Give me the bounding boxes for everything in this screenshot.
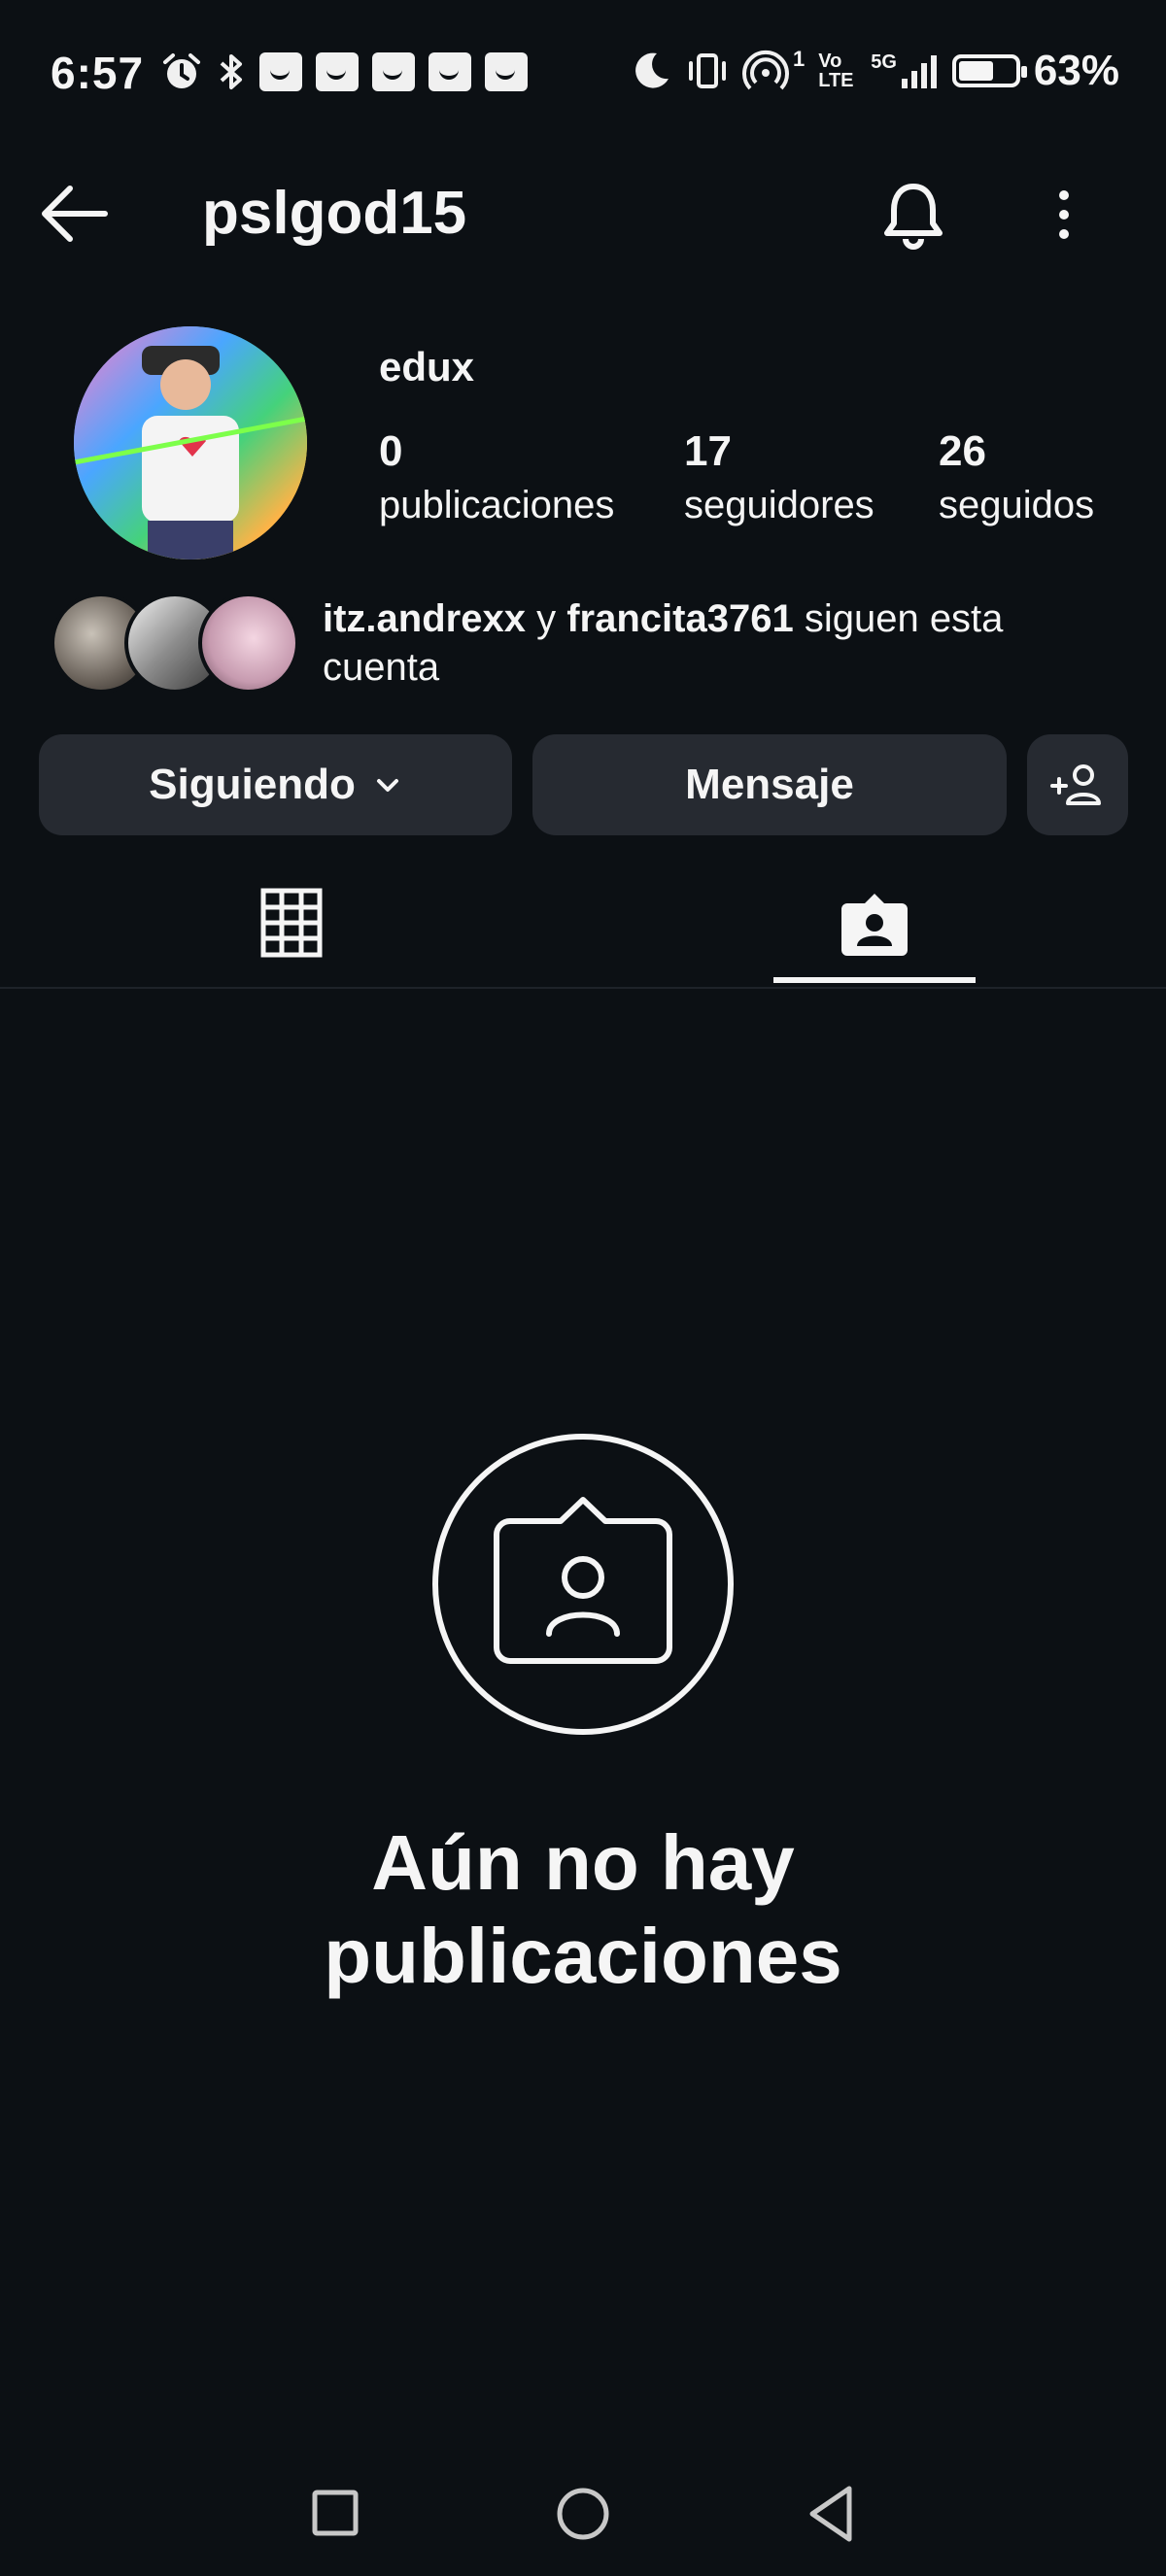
- bell-icon[interactable]: [874, 175, 952, 253]
- mutual-followers-text[interactable]: itz.andrexx y francita3761 siguen esta c…: [323, 594, 1119, 692]
- hotspot-icon: [742, 50, 789, 90]
- app-notification-icon: [259, 52, 302, 91]
- stat-followers-label: seguidores: [684, 484, 874, 526]
- stat-posts[interactable]: 0 publicaciones: [379, 427, 614, 527]
- message-button[interactable]: Mensaje: [532, 734, 1007, 835]
- tagged-empty-state-icon: [432, 1434, 734, 1735]
- recent-apps-icon[interactable]: [311, 2489, 360, 2537]
- battery-percent: 63%: [1033, 47, 1119, 94]
- stat-followers[interactable]: 17 seguidores: [684, 427, 874, 527]
- grid-icon: [260, 888, 323, 958]
- add-person-icon: [1050, 764, 1101, 805]
- tab-posts-grid[interactable]: [0, 855, 583, 991]
- network-type-label: 5G: [871, 51, 897, 73]
- back-arrow-icon[interactable]: [37, 180, 115, 248]
- mutual-connector: y: [536, 597, 557, 640]
- app-notification-icon: [316, 52, 359, 91]
- alarm-icon: [163, 53, 200, 88]
- more-options-icon[interactable]: [1030, 181, 1098, 249]
- following-button-label: Siguiendo: [149, 761, 356, 808]
- chevron-down-icon: [376, 779, 398, 792]
- battery-fill: [958, 61, 994, 81]
- display-name: edux: [379, 344, 475, 390]
- network-small-label: 1: [792, 47, 806, 71]
- following-button[interactable]: Siguiendo: [39, 734, 512, 835]
- tagged-person-icon: [841, 894, 908, 956]
- status-left-icons: [160, 51, 528, 93]
- do-not-disturb-moon-icon: [635, 52, 669, 88]
- empty-state-title: Aún no hay publicaciones: [324, 1819, 842, 1999]
- vibrate-icon: [688, 53, 726, 88]
- stat-following-label: seguidos: [939, 484, 1095, 526]
- system-back-icon[interactable]: [803, 2483, 861, 2545]
- app-notification-icon: [429, 52, 471, 91]
- battery-icon: [951, 54, 1027, 87]
- active-tab-indicator: [773, 977, 976, 983]
- suggest-users-button[interactable]: [1027, 734, 1128, 835]
- status-right-icons: 1 Vo LTE 5G 63%: [630, 47, 1119, 95]
- profile-avatar[interactable]: [74, 326, 307, 559]
- app-notification-icon: [485, 52, 528, 91]
- app-notification-icon: [372, 52, 415, 91]
- mutual-user-2[interactable]: francita3761: [566, 597, 793, 640]
- profile-username-title: pslgod15: [202, 180, 467, 247]
- mutual-followers-avatars[interactable]: [51, 593, 303, 694]
- bluetooth-icon: [220, 54, 242, 89]
- status-time: 6:57: [51, 48, 145, 98]
- stat-following[interactable]: 26 seguidos: [939, 427, 1094, 527]
- mutual-avatar-3: [198, 593, 299, 694]
- stat-posts-label: publicaciones: [379, 484, 615, 526]
- tab-tagged[interactable]: [583, 855, 1166, 991]
- volte-label: Vo LTE: [818, 51, 854, 91]
- mutual-user-1[interactable]: itz.andrexx: [323, 597, 526, 640]
- signal-icon: [901, 55, 937, 88]
- home-icon[interactable]: [556, 2487, 610, 2541]
- avatar-image: [74, 326, 307, 559]
- tabs-divider: [0, 987, 1166, 989]
- stat-posts-value: 0: [379, 427, 403, 475]
- stat-following-value: 26: [939, 427, 986, 475]
- stat-followers-value: 17: [684, 427, 732, 475]
- message-button-label: Mensaje: [685, 761, 854, 808]
